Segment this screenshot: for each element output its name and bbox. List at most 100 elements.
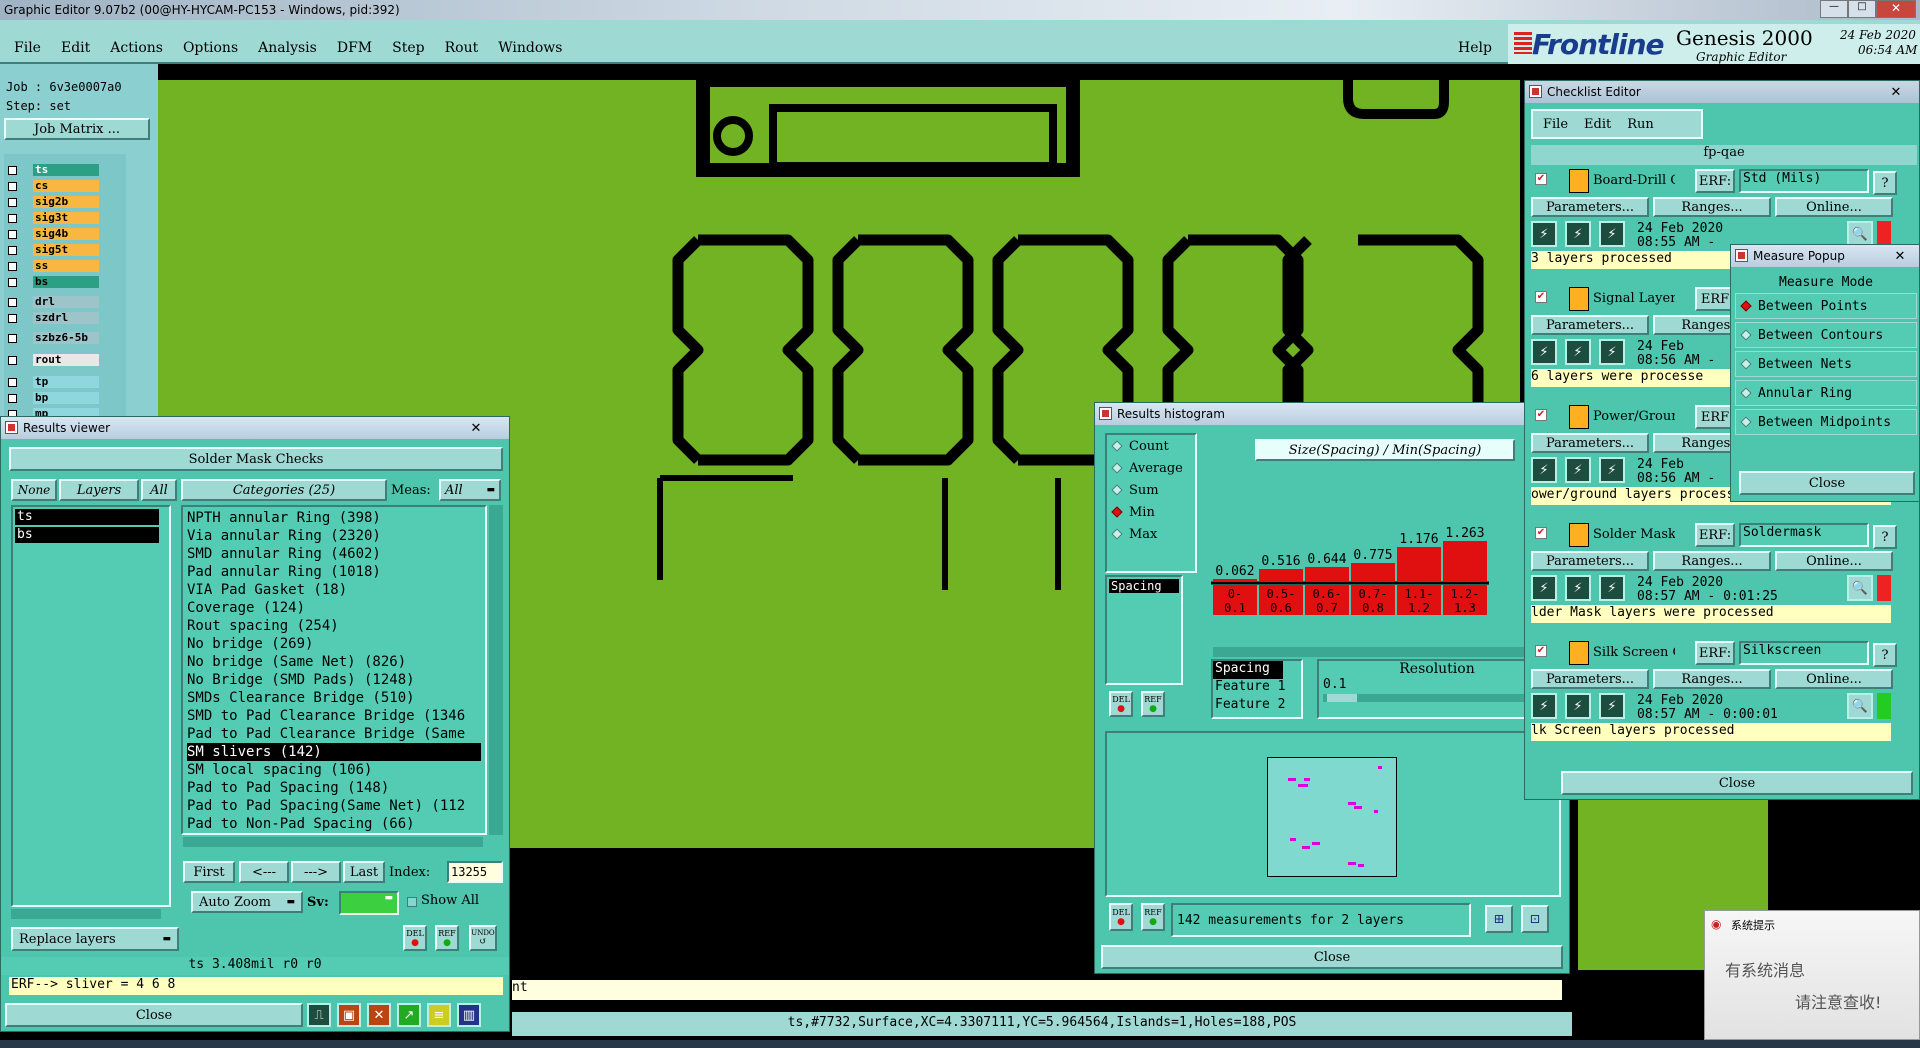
auto-zoom-dropdown[interactable]: Auto Zoom ▬: [191, 891, 303, 913]
measure-icon[interactable]: ⎍: [307, 1003, 331, 1027]
check-enabled-icon[interactable]: ✔: [1535, 173, 1547, 185]
measure-mode-option[interactable]: Between Contours: [1735, 322, 1917, 348]
measure-type-spacing[interactable]: Spacing: [1109, 579, 1179, 593]
histogram-bar[interactable]: [1443, 541, 1487, 581]
categories-hscroll[interactable]: [183, 837, 483, 847]
hist-mode-item[interactable]: Feature 1: [1213, 679, 1301, 697]
minimize-button[interactable]: —: [1820, 0, 1848, 18]
layer-row[interactable]: sig4b: [8, 228, 99, 240]
layer-row[interactable]: szdrl: [8, 312, 99, 324]
run-flash-icon[interactable]: ⚡: [1565, 693, 1591, 719]
layer-checkbox[interactable]: [8, 333, 17, 343]
measure-mode-option[interactable]: Annular Ring: [1735, 380, 1917, 406]
category-item[interactable]: No Bridge (SMD Pads) (1248): [187, 671, 481, 689]
menu-dfm[interactable]: DFM: [337, 40, 372, 56]
layer-row[interactable]: ss: [8, 260, 99, 272]
run-bolt-icon[interactable]: ⚡: [1599, 457, 1625, 483]
erf-button[interactable]: ERF: [1695, 287, 1735, 311]
layer-row[interactable]: cs: [8, 180, 99, 192]
stat-option-min[interactable]: Min: [1107, 501, 1195, 523]
histogram-bar[interactable]: [1397, 547, 1441, 581]
close-icon[interactable]: ✕: [1881, 247, 1919, 265]
stat-option-sum[interactable]: Sum: [1107, 479, 1195, 501]
ref-button[interactable]: REF ●: [435, 925, 459, 951]
hist-mode-item[interactable]: Spacing: [1213, 661, 1283, 679]
measure-mode-option[interactable]: Between Midpoints: [1735, 409, 1917, 435]
maximize-button[interactable]: □: [1848, 0, 1876, 18]
hist-del-button[interactable]: DEL ●: [1109, 691, 1133, 717]
layer-row[interactable]: sig2b: [8, 196, 99, 208]
category-item[interactable]: Coverage (124): [187, 599, 481, 617]
replace-layers-button[interactable]: Replace layers ▬: [11, 927, 179, 951]
run-flash-icon[interactable]: ⚡: [1565, 221, 1591, 247]
index-input[interactable]: 13255: [447, 861, 503, 883]
layer-row[interactable]: sig5t: [8, 244, 99, 256]
check-enabled-icon[interactable]: ✔: [1535, 527, 1547, 539]
erf-button[interactable]: ERF:: [1695, 641, 1735, 665]
system-notification[interactable]: 系统提示 ◉ 有系统消息 请注意查收!: [1704, 910, 1920, 1040]
erf-value[interactable]: Silkscreen: [1739, 641, 1869, 665]
check-name[interactable]: Signal Layer Ch: [1593, 291, 1675, 306]
layer-checkbox[interactable]: [8, 229, 17, 239]
filter-none-button[interactable]: None: [11, 479, 57, 501]
delete-marks-icon[interactable]: ✕: [367, 1003, 391, 1027]
next-button[interactable]: --->: [291, 861, 341, 883]
result-layer-bs[interactable]: bs: [15, 527, 159, 543]
parameters-button[interactable]: Parameters...: [1531, 197, 1649, 217]
menu-edit[interactable]: Edit: [61, 40, 90, 56]
category-item[interactable]: Rout spacing (254): [187, 617, 481, 635]
layer-row[interactable]: drl: [8, 296, 99, 308]
parameters-button[interactable]: Parameters...: [1531, 315, 1649, 335]
menu-options[interactable]: Options: [183, 40, 238, 56]
layer-row[interactable]: szbz6-5b: [8, 332, 99, 344]
ranges-button[interactable]: Ranges...: [1653, 551, 1771, 571]
layer-checkbox[interactable]: [8, 377, 17, 387]
checklist-menu-file[interactable]: File: [1543, 117, 1568, 132]
layer-results-list[interactable]: ts bs: [11, 505, 171, 907]
category-item[interactable]: No bridge (269): [187, 635, 481, 653]
run-flash-icon[interactable]: ⚡: [1565, 339, 1591, 365]
result-layer-ts[interactable]: ts: [15, 509, 159, 525]
layer-checkbox[interactable]: [8, 213, 17, 223]
close-window-button[interactable]: ✕: [1876, 0, 1916, 18]
run-flash-icon[interactable]: ⚡: [1565, 575, 1591, 601]
help-button[interactable]: ?: [1873, 171, 1897, 195]
menu-help[interactable]: Help: [1458, 40, 1492, 56]
resolution-slider[interactable]: [1323, 694, 1551, 702]
histogram-bar[interactable]: [1305, 567, 1349, 581]
run-bolt-icon[interactable]: ⚡: [1599, 339, 1625, 365]
zoom-icon[interactable]: 🔍: [1847, 693, 1873, 719]
hist-fit-icon[interactable]: ⊡: [1521, 905, 1549, 933]
categories-list[interactable]: NPTH annular Ring (398) Via annular Ring …: [181, 505, 487, 835]
menu-file[interactable]: File: [14, 40, 41, 56]
help-button[interactable]: ?: [1873, 525, 1897, 549]
layer-checkbox[interactable]: [8, 393, 17, 403]
undo-button[interactable]: UNDO ↺: [469, 925, 497, 951]
layer-checkbox[interactable]: [8, 313, 17, 323]
menu-analysis[interactable]: Analysis: [258, 40, 317, 56]
prev-button[interactable]: <---: [239, 861, 289, 883]
parameters-button[interactable]: Parameters...: [1531, 433, 1649, 453]
hist-del-button-2[interactable]: DEL ●: [1109, 903, 1133, 931]
layer-checkbox[interactable]: [8, 245, 17, 255]
category-item[interactable]: Pad to Pad Spacing (148): [187, 779, 481, 797]
hist-mode-item[interactable]: Feature 2: [1213, 697, 1301, 715]
results-close-button[interactable]: Close: [5, 1003, 303, 1027]
chart-icon[interactable]: ▥: [457, 1003, 481, 1027]
online-button[interactable]: Online...: [1775, 551, 1893, 571]
erf-value[interactable]: Std (Mils): [1739, 169, 1869, 193]
checklist-close-button[interactable]: Close: [1561, 771, 1913, 795]
layer-row[interactable]: bp: [8, 392, 99, 404]
zoom-icon[interactable]: 🔍: [1847, 575, 1873, 601]
category-item[interactable]: SM slivers (142): [187, 743, 481, 761]
meas-dropdown[interactable]: All ▬: [439, 479, 501, 501]
run-icon[interactable]: ⚡: [1531, 339, 1557, 365]
job-matrix-button[interactable]: Job Matrix ...: [4, 118, 150, 140]
hist-mode-list[interactable]: Spacing Feature 1 Feature 2: [1211, 659, 1303, 719]
check-name[interactable]: Solder Mask Ch: [1593, 527, 1675, 542]
run-bolt-icon[interactable]: ⚡: [1599, 693, 1625, 719]
erf-button[interactable]: ERF:: [1695, 523, 1735, 547]
erf-value[interactable]: Soldermask: [1739, 523, 1869, 547]
export-icon[interactable]: ↗: [397, 1003, 421, 1027]
histogram-bar[interactable]: [1351, 563, 1395, 581]
